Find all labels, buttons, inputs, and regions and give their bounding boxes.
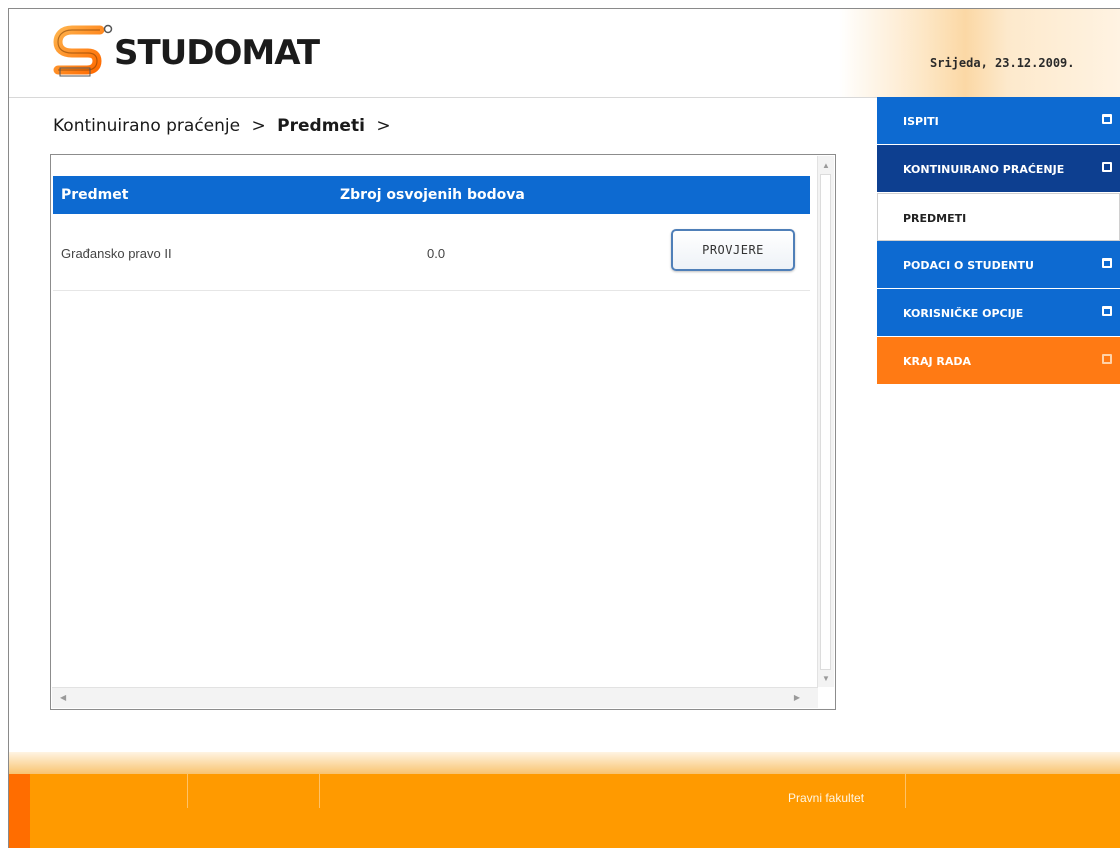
footer-link-pravni-fakultet[interactable]: Pravni fakultet <box>788 791 864 805</box>
current-date: Srijeda, 23.12.2009. <box>930 56 1075 70</box>
nav-item-kraj-rada[interactable]: KRAJ RADA <box>877 337 1120 385</box>
logo-s-icon <box>53 24 113 77</box>
logo[interactable]: STUDOMAT <box>52 24 352 80</box>
nav-item-ispiti[interactable]: ISPITI <box>877 97 1120 145</box>
breadcrumb-separator: > <box>251 116 266 136</box>
footer-separator <box>905 774 906 808</box>
nav-item-label: KORISNIČKE OPCIJE <box>903 307 1024 320</box>
side-nav: ISPITI KONTINUIRANO PRAĆENJE PREDMETI PO… <box>877 97 1120 385</box>
subject-name: Građansko pravo II <box>61 246 172 261</box>
nav-item-label: PODACI O STUDENTU <box>903 259 1034 272</box>
nav-item-podaci-o-studentu[interactable]: PODACI O STUDENTU <box>877 241 1120 289</box>
window-icon <box>1102 258 1112 268</box>
footer-separator <box>319 774 320 808</box>
footer: Pravni fakultet <box>9 774 1120 848</box>
points-value: 0.0 <box>427 246 446 261</box>
table-row: Građansko pravo II 0.0 PROVJERE <box>53 214 810 291</box>
horizontal-scrollbar[interactable]: ◀ ▶ <box>52 687 818 708</box>
subjects-panel: Predmet Zbroj osvojenih bodova Građansko… <box>50 154 836 710</box>
nav-item-korisnicke-opcije[interactable]: KORISNIČKE OPCIJE <box>877 289 1120 337</box>
window-icon <box>1102 114 1112 124</box>
scroll-right-icon[interactable]: ▶ <box>794 693 800 702</box>
provjere-button[interactable]: PROVJERE <box>671 229 795 271</box>
header-glow <box>839 9 1120 97</box>
nav-item-kontinuirano-pracenje[interactable]: KONTINUIRANO PRAĆENJE <box>877 145 1120 193</box>
scroll-left-icon[interactable]: ◀ <box>60 693 66 702</box>
window-icon <box>1102 306 1112 316</box>
scroll-down-icon[interactable]: ▼ <box>822 674 830 683</box>
logout-icon <box>1102 354 1112 364</box>
breadcrumb: Kontinuirano praćenje > Predmeti > <box>53 116 391 136</box>
nav-item-label: ISPITI <box>903 115 939 128</box>
nav-item-predmeti[interactable]: PREDMETI <box>877 193 1120 241</box>
breadcrumb-item-predmeti[interactable]: Predmeti <box>277 116 365 136</box>
table-header: Predmet Zbroj osvojenih bodova <box>53 176 810 214</box>
nav-item-label: KONTINUIRANO PRAĆENJE <box>903 163 1065 176</box>
column-header-bodovi: Zbroj osvojenih bodova <box>340 187 525 203</box>
logo-text: STUDOMAT <box>114 33 320 73</box>
column-header-predmet: Predmet <box>61 187 129 203</box>
footer-accent <box>9 774 30 848</box>
breadcrumb-item-kontinuirano[interactable]: Kontinuirano praćenje <box>53 116 240 136</box>
nav-item-label: PREDMETI <box>903 212 967 225</box>
footer-separator <box>187 774 188 808</box>
window-icon <box>1102 162 1112 172</box>
footer-gradient <box>9 752 1120 774</box>
nav-item-label: KRAJ RADA <box>903 355 972 368</box>
vertical-scroll-thumb[interactable] <box>820 174 831 670</box>
breadcrumb-separator: > <box>376 116 391 136</box>
scroll-up-icon[interactable]: ▲ <box>822 161 830 170</box>
vertical-scrollbar[interactable]: ▲ ▼ <box>817 156 834 687</box>
